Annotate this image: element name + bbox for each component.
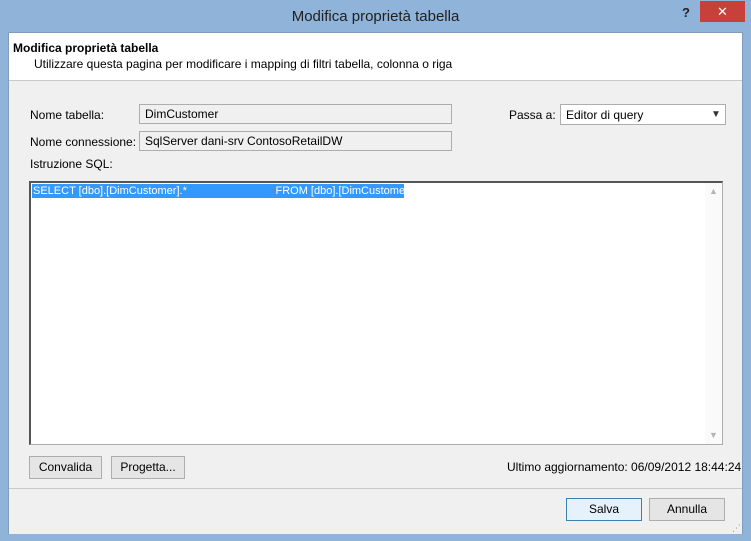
- scroll-down-icon[interactable]: ▼: [705, 427, 722, 444]
- validate-button[interactable]: Convalida: [29, 456, 102, 479]
- window-title: Modifica proprietà tabella: [291, 8, 460, 25]
- cancel-button[interactable]: Annulla: [649, 498, 725, 521]
- switch-to-label: Passa a:: [509, 108, 556, 122]
- last-updated-text: Ultimo aggiornamento: 06/09/2012 18:44:2…: [507, 460, 742, 474]
- close-icon: ✕: [717, 4, 728, 19]
- chevron-down-icon: ▼: [711, 109, 721, 120]
- dialog-window: Modifica proprietà tabella ? ✕ Modifica …: [0, 0, 751, 541]
- switch-to-value: Editor di query: [566, 108, 644, 122]
- design-button[interactable]: Progetta...: [111, 456, 185, 479]
- scroll-up-icon[interactable]: ▲: [705, 183, 722, 200]
- header-subtitle: Utilizzare questa pagina per modificare …: [34, 57, 453, 71]
- help-button[interactable]: ?: [674, 3, 698, 23]
- header-band: Modifica proprietà tabella Utilizzare qu…: [9, 33, 742, 81]
- close-button[interactable]: ✕: [700, 1, 745, 22]
- title-bar[interactable]: Modifica proprietà tabella ? ✕: [1, 1, 750, 32]
- save-button[interactable]: Salva: [566, 498, 642, 521]
- sql-label: Istruzione SQL:: [30, 157, 113, 171]
- table-name-label: Nome tabella:: [30, 108, 105, 122]
- connection-name-field[interactable]: SqlServer dani-srv ContosoRetailDW: [139, 131, 452, 151]
- sql-text-selected[interactable]: SELECT [dbo].[DimCustomer].* FROM [dbo].…: [32, 184, 412, 198]
- connection-name-label: Nome connessione:: [30, 135, 137, 149]
- table-name-field[interactable]: DimCustomer: [139, 104, 452, 124]
- switch-to-select[interactable]: Editor di query ▼: [560, 104, 726, 125]
- sql-editor[interactable]: SELECT [dbo].[DimCustomer].* FROM [dbo].…: [29, 181, 723, 445]
- dialog-content: Modifica proprietà tabella Utilizzare qu…: [8, 32, 743, 534]
- header-title: Modifica proprietà tabella: [13, 41, 159, 55]
- vertical-scrollbar[interactable]: ▲ ▼: [705, 183, 722, 444]
- footer-band: Salva Annulla ⋰: [9, 488, 742, 534]
- resize-grip-icon[interactable]: ⋰: [731, 523, 741, 533]
